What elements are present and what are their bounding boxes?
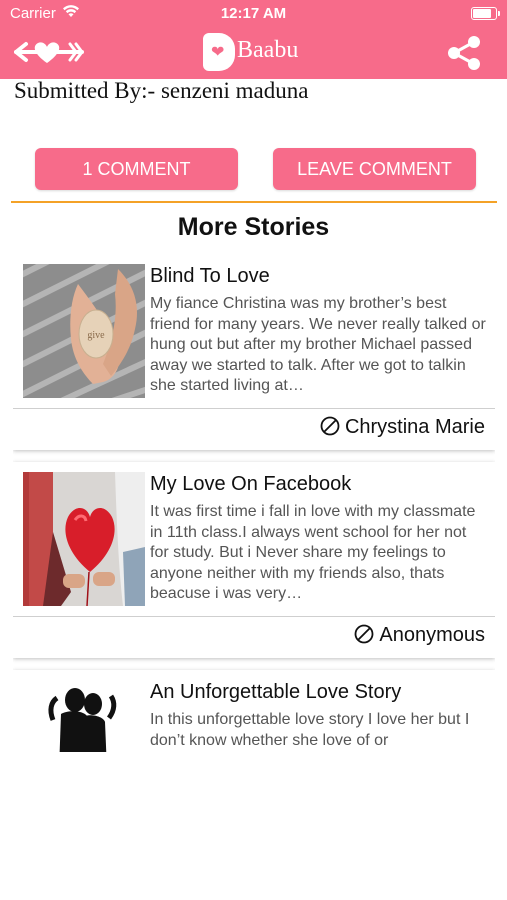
- story-excerpt: In this unforgettable love story I love …: [150, 711, 470, 749]
- story-author: Chrystina Marie: [320, 416, 485, 442]
- story-thumbnail: give: [23, 264, 145, 398]
- anonymous-user-icon: [320, 416, 340, 442]
- story-thumbnail: [23, 472, 145, 606]
- logo-b-icon: ❤: [203, 33, 235, 71]
- story-title: Blind To Love: [150, 265, 270, 287]
- submitted-by: Submitted By:- senzeni maduna: [14, 78, 309, 103]
- card-divider: [13, 408, 495, 409]
- story-card[interactable]: An Unforgettable Love Story In this unfo…: [13, 670, 495, 752]
- clock: 12:17 AM: [220, 5, 287, 22]
- battery-icon: [471, 7, 500, 20]
- section-divider: [11, 201, 497, 203]
- story-thumbnail: [23, 680, 145, 752]
- story-list: give Blind To Love My fiance Christina w…: [13, 254, 495, 752]
- svg-text:give: give: [87, 330, 105, 341]
- more-stories-heading: More Stories: [177, 213, 330, 241]
- comments-button[interactable]: 1 COMMENT: [35, 148, 238, 190]
- story-excerpt: It was first time i fall in love with my…: [150, 503, 476, 602]
- leave-comment-button[interactable]: LEAVE COMMENT: [273, 148, 476, 190]
- story-card[interactable]: give Blind To Love My fiance Christina w…: [13, 254, 495, 450]
- story-excerpt: My fiance Christina was my brother’s bes…: [150, 295, 486, 394]
- status-bar: Carrier 12:17 AM: [0, 5, 507, 25]
- app-name: Baabu: [237, 37, 299, 63]
- anonymous-user-icon: [354, 624, 374, 650]
- card-divider: [13, 616, 495, 617]
- author-name: Anonymous: [379, 624, 485, 646]
- story-title: My Love On Facebook: [150, 473, 352, 495]
- author-name: Chrystina Marie: [344, 416, 485, 438]
- share-icon[interactable]: [445, 35, 483, 71]
- app-header: Carrier 12:17 AM ❤ Baabu: [0, 0, 507, 79]
- back-arrow-heart-icon[interactable]: [14, 38, 86, 66]
- story-card[interactable]: My Love On Facebook It was first time i …: [13, 462, 495, 658]
- story-title: An Unforgettable Love Story: [150, 681, 402, 703]
- story-author: Anonymous: [354, 624, 485, 650]
